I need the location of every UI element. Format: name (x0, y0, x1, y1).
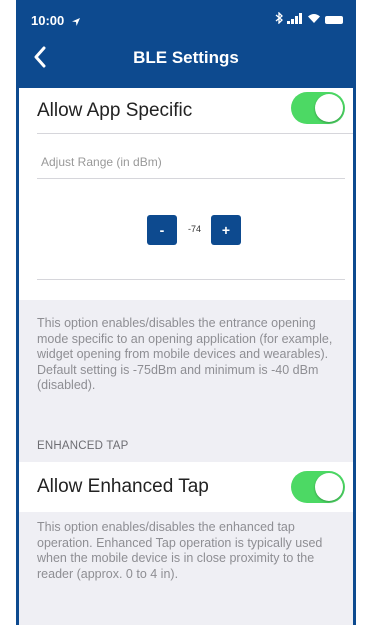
range-value: -74 (188, 224, 202, 234)
phone-screen: 10:00 BLE Settings Allow App Specific Ad… (16, 0, 356, 625)
allow-app-specific-label: Allow App Specific (37, 100, 193, 121)
status-bar: 10:00 (19, 0, 353, 42)
adjust-range-label: Adjust Range (in dBm) (41, 155, 162, 169)
status-time: 10:00 (31, 13, 65, 28)
page-title: BLE Settings (133, 48, 239, 67)
battery-icon (325, 15, 343, 24)
enhanced-tap-description: This option enables/disables the enhance… (37, 520, 323, 581)
navbar: BLE Settings (19, 40, 353, 80)
bluetooth-icon (275, 11, 283, 27)
app-specific-panel: Allow App Specific (19, 88, 353, 300)
enhanced-tap-row: Allow Enhanced Tap (19, 462, 353, 512)
divider (37, 279, 345, 280)
toggle-knob (315, 473, 343, 501)
enhanced-tap-section-header: ENHANCED TAP (37, 440, 129, 452)
status-indicators (275, 11, 343, 27)
location-arrow-icon (71, 14, 81, 32)
signal-icon (287, 12, 303, 27)
allow-enhanced-tap-label: Allow Enhanced Tap (37, 476, 209, 497)
range-decrement-button[interactable]: - (147, 215, 177, 245)
toggle-knob (315, 94, 343, 122)
allow-enhanced-tap-toggle[interactable] (291, 471, 345, 503)
header-bar: 10:00 BLE Settings (19, 0, 353, 88)
wifi-icon (307, 13, 321, 27)
divider (37, 133, 353, 134)
app-specific-description: This option enables/disables the entranc… (37, 316, 333, 392)
range-increment-button[interactable]: + (211, 215, 241, 245)
allow-app-specific-toggle[interactable] (291, 92, 345, 124)
divider (37, 178, 345, 179)
